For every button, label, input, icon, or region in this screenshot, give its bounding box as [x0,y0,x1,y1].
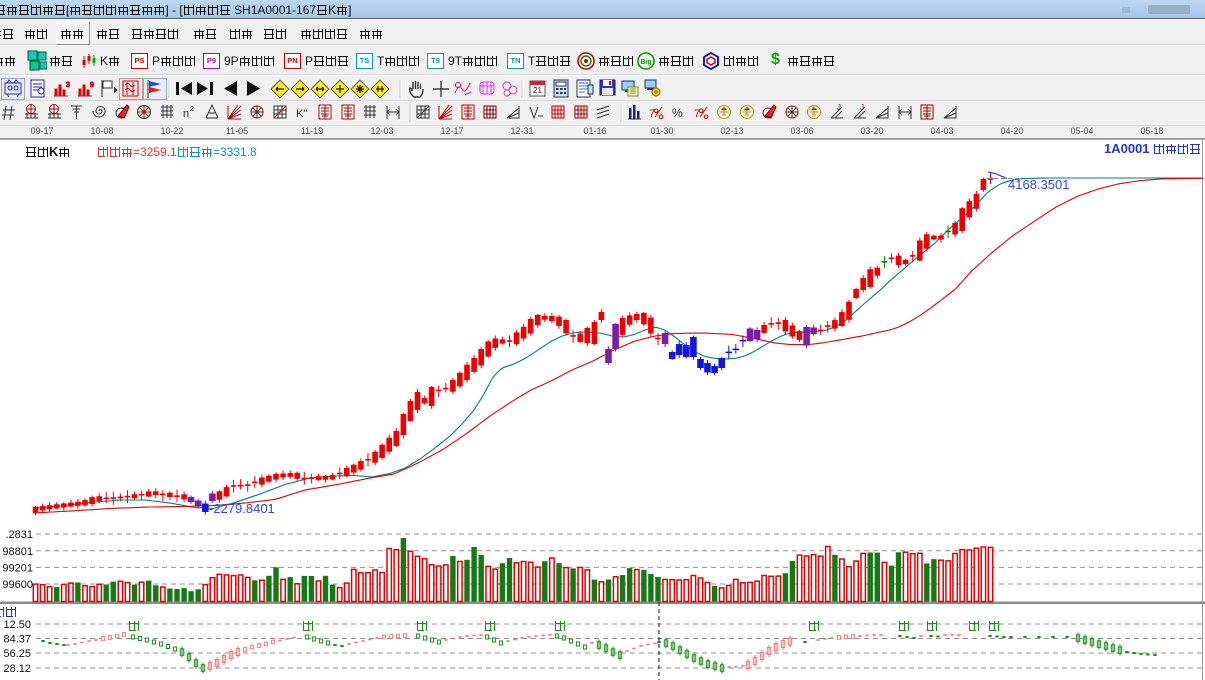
svg-text:99201: 99201 [2,562,33,574]
svg-text:4168.3501: 4168.3501 [1008,177,1069,192]
svg-text:56.25: 56.25 [3,648,31,660]
svg-text:-2279.8401: -2279.8401 [209,501,275,516]
svg-text:99600: 99600 [2,579,33,591]
svg-text:12.50: 12.50 [3,619,31,631]
svg-text:.2831: .2831 [5,529,33,541]
svg-text:28.12: 28.12 [3,663,31,675]
svg-text:98801: 98801 [2,546,33,558]
svg-text:84.37: 84.37 [3,634,31,646]
